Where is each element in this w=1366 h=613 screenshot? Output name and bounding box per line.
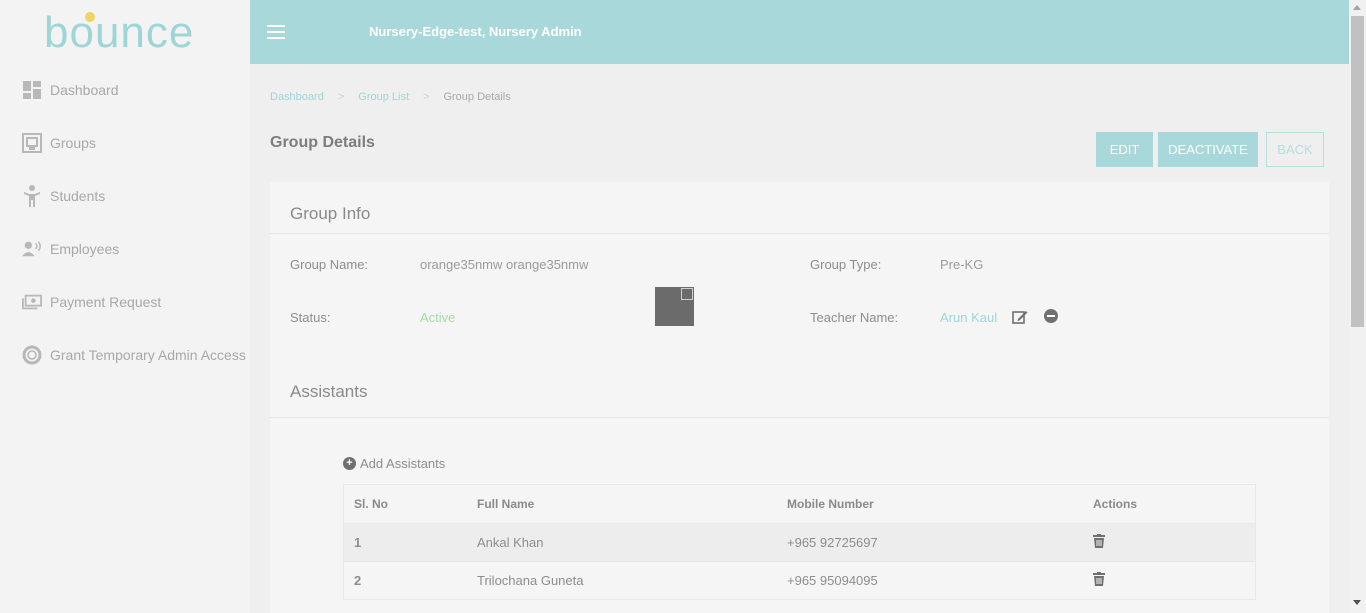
table-row: 1 Ankal Khan +965 92725697 [344, 523, 1255, 561]
row-number: 1 [354, 535, 362, 550]
money-icon [22, 292, 42, 312]
back-button[interactable]: BACK [1266, 132, 1324, 167]
sidebar-item-students[interactable]: Students [22, 185, 105, 207]
sidebar-item-groups[interactable]: Groups [22, 132, 96, 154]
group-type-value: Pre-KG [940, 257, 984, 272]
plus-circle-icon: + [343, 457, 356, 470]
remove-teacher-icon[interactable] [1044, 309, 1058, 323]
assistant-name-link[interactable]: Trilochana Guneta [477, 573, 787, 588]
row-number: 2 [354, 573, 362, 588]
trash-icon[interactable] [1093, 572, 1105, 589]
column-header-mobile: Mobile Number [787, 497, 874, 511]
student-icon [22, 185, 42, 207]
table-row: 2 Trilochana Guneta +965 95094095 [344, 561, 1255, 599]
breadcrumb-dashboard[interactable]: Dashboard [270, 91, 324, 103]
sidebar-item-label: Employees [50, 241, 120, 257]
deactivate-button[interactable]: DEACTIVATE [1158, 132, 1258, 167]
page-title: Group Details [270, 134, 375, 151]
sidebar-item-employees[interactable]: Employees [22, 238, 119, 260]
menu-icon[interactable] [267, 25, 285, 39]
breadcrumb: Dashboard > Group List > Group Details [270, 91, 511, 103]
group-details-panel: Group Info Group Name: orange35nmw orang… [270, 182, 1329, 613]
assistant-mobile: +965 95094095 [787, 573, 878, 588]
sidebar-item-label: Grant Temporary Admin Access [50, 347, 246, 363]
sidebar-item-label: Dashboard [50, 82, 119, 98]
column-header-sl-no: Sl. No [354, 497, 389, 511]
sidebar-item-label: Students [50, 188, 106, 204]
top-header: Nursery-Edge-test, Nursery Admin [250, 0, 1349, 64]
divider [270, 233, 1329, 234]
assistants-title: Assistants [290, 382, 368, 401]
row-actions [1093, 572, 1253, 589]
page-scrollbar[interactable] [1349, 0, 1366, 613]
column-header-actions: Actions [1093, 497, 1138, 511]
assistants-table: Sl. No Full Name Mobile Number Actions 1… [343, 484, 1256, 600]
breadcrumb-separator: > [337, 91, 345, 103]
sidebar: bounce Dashboard Groups Students Employe… [0, 0, 250, 613]
group-info-title: Group Info [290, 204, 371, 223]
scroll-thumb[interactable] [1351, 16, 1364, 327]
column-header-full-name: Full Name [477, 497, 535, 511]
status-label: Status: [290, 310, 331, 325]
sidebar-item-label: Payment Request [50, 294, 162, 310]
breadcrumb-separator: > [423, 91, 430, 103]
trash-icon[interactable] [1093, 534, 1105, 551]
header-title: Nursery-Edge-test, Nursery Admin [369, 24, 582, 39]
group-type-label: Group Type: [810, 257, 882, 272]
breadcrumb-group-details: Group Details [443, 91, 511, 103]
sidebar-item-label: Groups [50, 135, 96, 151]
breadcrumb-group-list[interactable]: Group List [358, 91, 409, 103]
row-actions [1093, 534, 1253, 551]
logo-text: bounce [44, 8, 195, 57]
scroll-down-icon[interactable] [1353, 600, 1361, 605]
dashboard-icon [22, 80, 42, 100]
divider [270, 417, 1329, 418]
logo-dot [85, 12, 95, 22]
teacher-name-label: Teacher Name: [810, 310, 899, 325]
edit-teacher-icon[interactable] [1012, 309, 1028, 325]
sidebar-item-dashboard[interactable]: Dashboard [22, 79, 119, 101]
add-assistants-button[interactable]: + Add Assistants [343, 456, 445, 471]
group-name-label: Group Name: [290, 257, 369, 272]
edit-button[interactable]: EDIT [1096, 132, 1153, 167]
group-name-value: orange35nmw orange35nmw [420, 257, 589, 272]
lifebuoy-icon [22, 345, 42, 365]
teacher-name-link[interactable]: Arun Kaul [940, 310, 997, 325]
table-header-row: Sl. No Full Name Mobile Number Actions [344, 485, 1255, 523]
bounce-logo[interactable]: bounce [44, 10, 206, 56]
assistant-mobile: +965 92725697 [787, 535, 878, 550]
status-value: Active [420, 310, 456, 325]
image-placeholder [655, 287, 694, 326]
add-assistants-label: Add Assistants [360, 456, 446, 471]
groups-icon [22, 133, 42, 153]
employees-icon [22, 239, 42, 259]
assistant-name-link[interactable]: Ankal Khan [477, 535, 787, 550]
sidebar-item-payment-request[interactable]: Payment Request [22, 291, 161, 313]
sidebar-item-grant-admin-access[interactable]: Grant Temporary Admin Access [22, 344, 246, 366]
scroll-up-icon[interactable] [1353, 5, 1361, 10]
